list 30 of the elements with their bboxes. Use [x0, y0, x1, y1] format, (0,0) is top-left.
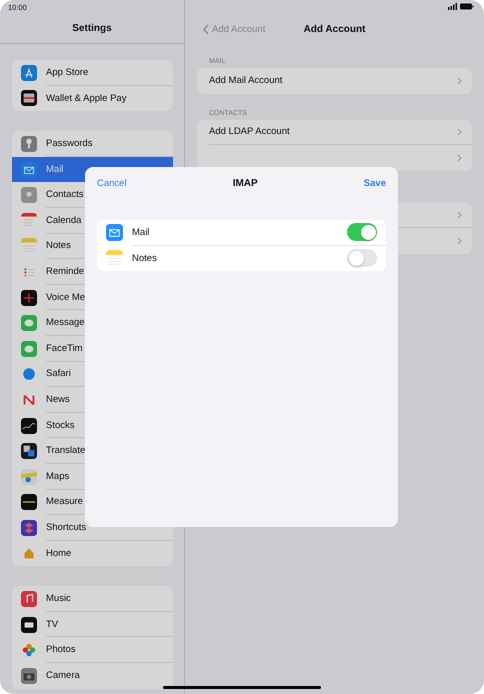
- account-row-label: Add LDAP Account: [209, 126, 290, 138]
- sheet-title: IMAP: [232, 178, 258, 188]
- sidebar-item-label: Calenda: [46, 214, 82, 226]
- account-row-label: Add Mail Account: [209, 75, 282, 86]
- sidebar-item-label: App Store: [46, 66, 88, 78]
- sidebar-item-label: Notes: [46, 240, 71, 252]
- sidebar-item-label: Mail: [46, 164, 64, 176]
- sidebar-item-label: TV: [46, 618, 58, 630]
- sidebar-item-label: Photos: [46, 644, 76, 656]
- sidebar-item-label: Maps: [46, 470, 70, 482]
- sidebar-item-label: Camera: [46, 670, 80, 682]
- sync-item-label: Mail: [132, 226, 150, 238]
- sidebar-item-label: Contacts: [46, 189, 84, 200]
- sidebar-item-label: News: [46, 394, 70, 405]
- sidebar-item-label: Music: [46, 593, 71, 604]
- sidebar-item-label: Wallet & Apple Pay: [46, 92, 126, 104]
- sidebar-item-label: Voice Me: [46, 292, 86, 303]
- sidebar-item-label: Translate: [46, 445, 86, 456]
- sidebar-title: Settings: [72, 23, 112, 34]
- sidebar-item-label: Stocks: [46, 420, 75, 431]
- sidebar-item-label: Reminde: [46, 266, 84, 277]
- sidebar-item-label: Safari: [46, 368, 71, 380]
- page-title: Add Account: [304, 24, 366, 34]
- sidebar-item-label: Shortcuts: [46, 522, 86, 533]
- sidebar-item-label: FaceTim: [46, 342, 83, 354]
- sidebar-item-label: Passwords: [46, 138, 92, 149]
- sync-item-label: Notes: [132, 252, 157, 264]
- sidebar-item-label: Message: [46, 317, 85, 328]
- sidebar-item-label: Measure: [46, 496, 83, 508]
- sidebar-item-label: Home: [46, 548, 72, 559]
